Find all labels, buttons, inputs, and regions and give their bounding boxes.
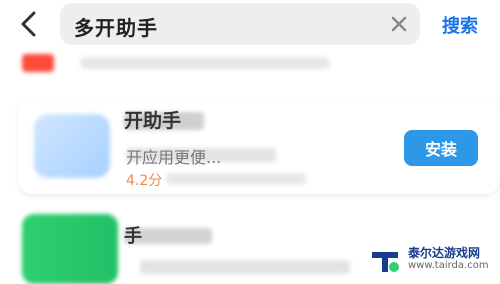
install-button[interactable]: 安装 <box>404 130 478 166</box>
app-name: 开助手 <box>124 110 182 132</box>
app-description-redacted <box>140 260 350 274</box>
app-description: 开应用更便... <box>126 148 222 167</box>
watermark-title: 泰尔达游戏网 <box>408 246 481 260</box>
back-button[interactable] <box>18 10 42 38</box>
clear-search-button[interactable] <box>388 13 410 35</box>
app-name: 手 <box>124 226 142 247</box>
top-bar: 多开助手 搜索 <box>0 0 500 50</box>
app-description <box>80 57 330 69</box>
tairda-logo-icon <box>372 252 399 272</box>
app-icon <box>22 214 118 284</box>
watermark-url: www.tairda.com <box>408 260 489 271</box>
search-input-value: 多开助手 <box>74 16 158 40</box>
app-icon <box>34 114 110 178</box>
search-button[interactable]: 搜索 <box>442 12 478 38</box>
chevron-left-icon <box>21 11 36 37</box>
search-input[interactable]: 多开助手 <box>60 3 420 45</box>
close-icon <box>391 16 407 32</box>
app-icon <box>22 54 54 72</box>
watermark: 泰尔达游戏网 www.tairda.com <box>368 238 498 280</box>
app-meta-redacted <box>166 173 306 185</box>
watermark-text: 泰尔达游戏网 www.tairda.com <box>408 246 489 272</box>
app-rating: 4.2分 <box>126 173 163 189</box>
